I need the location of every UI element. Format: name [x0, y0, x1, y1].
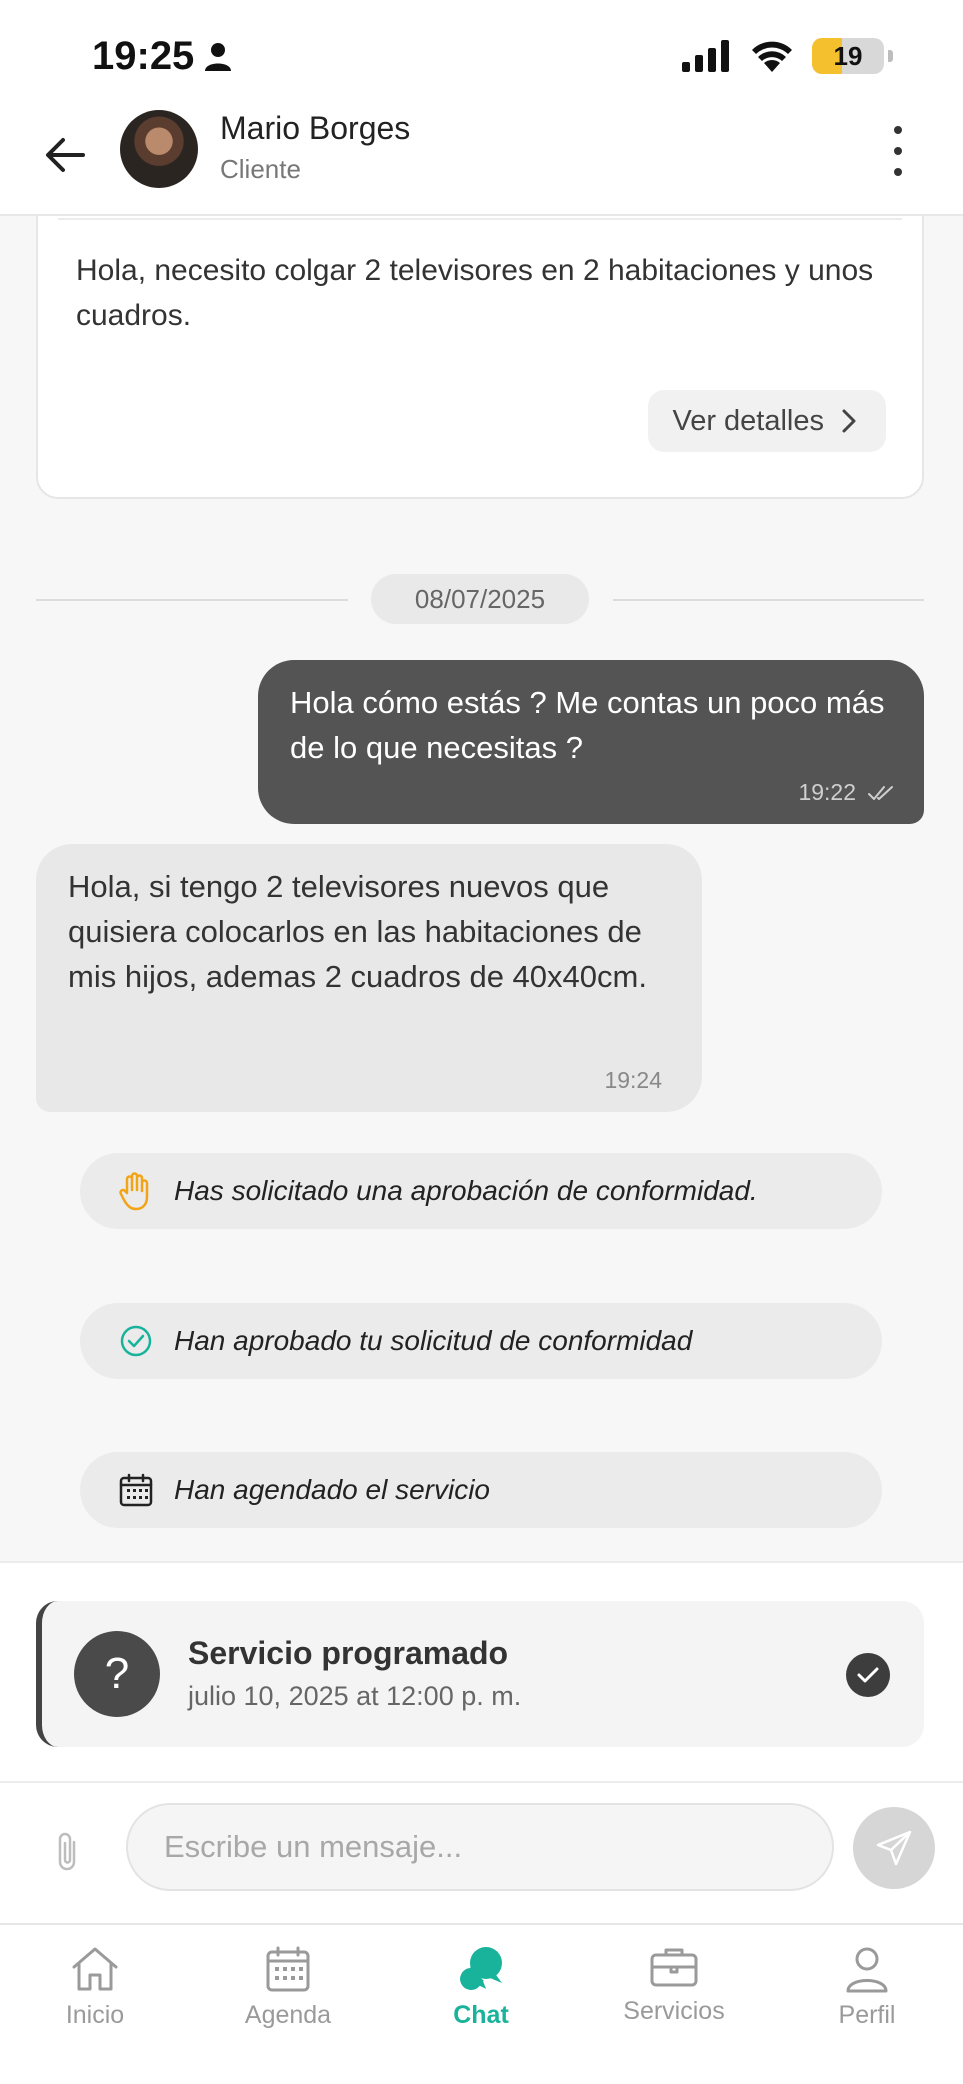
tab-label: Inicio: [65, 2001, 125, 2029]
message-time: 19:22: [798, 779, 856, 805]
battery-level: 19: [833, 40, 863, 71]
chat-header: Mario Borges Cliente: [0, 110, 963, 216]
check-circle-icon: [118, 1323, 154, 1359]
scheduled-service-card[interactable]: ? Servicio programado julio 10, 2025 at …: [36, 1601, 924, 1747]
date-pill: 08/07/2025: [371, 574, 589, 624]
contact-role: Cliente: [220, 154, 301, 184]
battery-icon: 19: [812, 38, 884, 74]
signal-icon: [682, 40, 729, 72]
question-icon: ?: [74, 1631, 160, 1717]
tab-servicios[interactable]: Servicios: [594, 1945, 754, 2026]
date-separator: 08/07/2025: [36, 574, 924, 624]
paperclip-icon: [58, 1832, 76, 1871]
bottom-tab-bar: Inicio Agenda Chat Servicios Perfil: [0, 1923, 963, 2084]
tab-chat[interactable]: Chat: [401, 1945, 561, 2030]
message-text: Hola, si tengo 2 televisores nuevos que …: [68, 869, 647, 994]
status-time: 19:25: [92, 34, 232, 79]
view-details-button[interactable]: Ver detalles: [648, 390, 886, 452]
view-details-label: Ver detalles: [672, 404, 824, 437]
status-indicators: 19: [682, 38, 893, 74]
dot-icon: [894, 126, 902, 134]
back-button[interactable]: [40, 130, 90, 180]
system-event-approval-granted: Han aprobado tu solicitud de conformidad: [80, 1303, 882, 1379]
wifi-icon: [752, 41, 792, 72]
tab-label: Agenda: [244, 2001, 332, 2029]
system-event-text: Has solicitado una aprobación de conform…: [174, 1175, 758, 1206]
person-status-icon: [205, 42, 232, 71]
send-icon: [876, 1830, 912, 1866]
message-input[interactable]: [126, 1803, 834, 1891]
tab-label: Servicios: [623, 1997, 725, 2025]
battery-tip: [888, 50, 893, 62]
system-event-text: Han agendado el servicio: [174, 1474, 490, 1505]
message-meta: 19:22: [798, 779, 894, 806]
scheduled-service-title: Servicio programado: [188, 1635, 509, 1671]
request-text: Hola, necesito colgar 2 televisores en 2…: [76, 254, 874, 332]
calendar-icon: [118, 1472, 154, 1508]
chat-scroll-area[interactable]: Hola, necesito colgar 2 televisores en 2…: [0, 216, 963, 1561]
tab-inicio[interactable]: Inicio: [15, 1945, 175, 2030]
briefcase-icon: [650, 1948, 698, 1987]
attach-button[interactable]: [46, 1827, 88, 1877]
contact-name: Mario Borges: [220, 110, 411, 146]
request-card: Hola, necesito colgar 2 televisores en 2…: [36, 216, 924, 499]
scheduled-service-bar: ? Servicio programado julio 10, 2025 at …: [0, 1561, 963, 1783]
dot-icon: [894, 168, 902, 176]
incoming-message[interactable]: Hola, si tengo 2 televisores nuevos que …: [36, 844, 702, 1112]
send-button[interactable]: [853, 1807, 935, 1889]
arrow-left-icon: [46, 138, 85, 172]
system-event-text: Han aprobado tu solicitud de conformidad: [174, 1325, 693, 1356]
tab-perfil[interactable]: Perfil: [787, 1945, 947, 2030]
tab-label: Perfil: [838, 2001, 896, 2029]
avatar[interactable]: [120, 110, 198, 188]
person-icon: [846, 1947, 888, 1993]
message-text: Hola cómo estás ? Me contas un poco más …: [290, 685, 885, 765]
outgoing-message[interactable]: Hola cómo estás ? Me contas un poco más …: [258, 660, 924, 824]
calendar-icon: [266, 1946, 310, 1992]
chat-icon: [458, 1947, 502, 1993]
chevron-right-icon: [842, 409, 856, 433]
clock-text: 19:25: [92, 34, 195, 78]
dot-icon: [894, 147, 902, 155]
system-event-service-scheduled: Han agendado el servicio: [80, 1452, 882, 1528]
scheduled-service-date: julio 10, 2025 at 12:00 p. m.: [188, 1681, 522, 1711]
separator-line: [613, 599, 924, 601]
hand-icon: [118, 1172, 154, 1211]
home-icon: [72, 1947, 118, 1991]
tab-label: Chat: [453, 2001, 509, 2029]
separator-line: [36, 599, 348, 601]
more-options-button[interactable]: [883, 126, 913, 176]
message-composer: [0, 1783, 963, 1923]
double-check-icon: [868, 785, 893, 800]
tab-agenda[interactable]: Agenda: [208, 1945, 368, 2030]
check-icon: [846, 1653, 890, 1697]
status-bar: 19:25 19: [0, 0, 963, 110]
system-event-approval-requested: Has solicitado una aprobación de conform…: [80, 1153, 882, 1229]
message-time: 19:24: [604, 1067, 662, 1093]
card-divider: [58, 218, 902, 220]
